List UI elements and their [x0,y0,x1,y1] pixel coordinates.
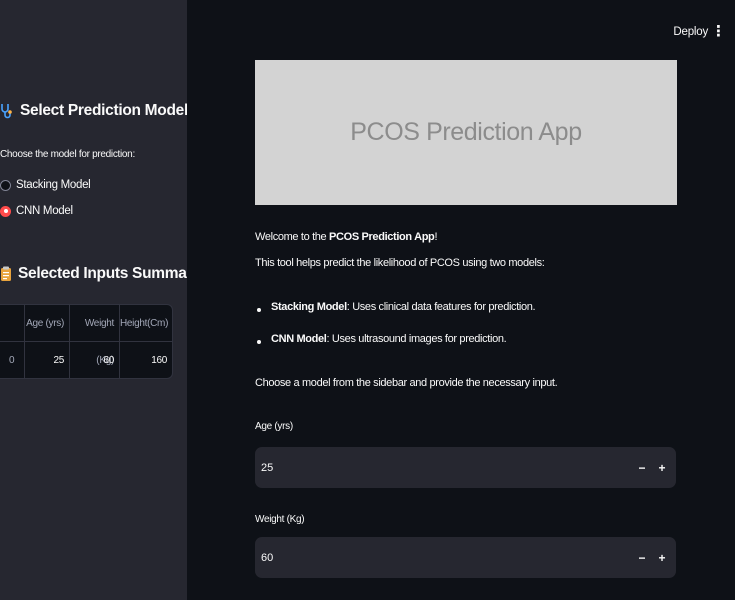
radio-checked-icon[interactable] [0,205,11,217]
increment-button[interactable]: + [652,551,672,565]
age-input[interactable] [255,447,632,488]
radio-unchecked-icon[interactable] [0,179,11,191]
radio-stacking-model[interactable]: Stacking Model [0,179,91,191]
table-header-cell[interactable]: Height(Cm) [120,305,172,342]
bullet-text: : Uses clinical data features for predic… [346,301,536,313]
bullet-text: : Uses ultrasound images for prediction. [326,333,507,345]
welcome-suffix: ! [434,231,438,243]
bullet-icon [257,340,261,344]
increment-button[interactable]: + [652,461,672,475]
radio-label: Stacking Model [16,179,91,191]
radio-cnn-model[interactable]: CNN Model [0,205,73,217]
bullet-bold: Stacking Model [271,301,347,313]
instruction-text: Choose a model from the sidebar and prov… [255,377,558,389]
weight-label: Weight (Kg) [255,514,305,525]
stethoscope-icon [0,103,14,119]
summary-heading: Selected Inputs Summary [0,265,187,283]
bullet-cnn: CNN Model: Uses ultrasound images for pr… [271,333,507,345]
table-header-cell[interactable]: Weight (Kg) [70,305,120,366]
welcome-text: Welcome to the PCOS Prediction App! [255,231,437,243]
radio-label: CNN Model [16,205,73,217]
table-row: 0 25 60 160 [0,342,172,379]
banner-title: PCOS Prediction App [350,118,582,146]
table-cell: 0 [0,342,25,379]
main-content: Deploy ⋮ PCOS Prediction App Welcome to … [187,0,735,600]
bullet-stacking: Stacking Model: Uses clinical data featu… [271,301,536,313]
summary-heading-text: Selected Inputs Summary [18,265,187,282]
model-caption: Choose the model for prediction: [0,149,135,160]
model-heading: Select Prediction Model [0,102,187,120]
table-header-row: Age (yrs) Weight (Kg) Height(Cm) [0,305,172,366]
deploy-button[interactable]: Deploy [673,26,708,38]
decrement-button[interactable]: − [632,461,652,475]
table-cell[interactable]: 160 [120,342,172,379]
table-cell[interactable]: 60 [70,342,120,379]
table-cell[interactable]: 25 [25,342,70,379]
model-heading-text: Select Prediction Model [20,102,187,119]
age-number-input: − + [255,447,676,488]
table-header-cell [0,305,25,342]
main-menu-icon[interactable]: ⋮ [711,24,726,39]
bullet-bold: CNN Model [271,333,327,345]
weight-number-input: − + [255,537,676,578]
app-banner: PCOS Prediction App [255,60,677,205]
decrement-button[interactable]: − [632,551,652,565]
summary-table[interactable]: Age (yrs) Weight (Kg) Height(Cm) 0 25 60… [0,304,173,379]
welcome-bold: PCOS Prediction App [329,231,435,243]
welcome-prefix: Welcome to the [255,231,330,243]
weight-input[interactable] [255,537,632,578]
bullet-icon [257,308,261,312]
age-label: Age (yrs) [255,421,293,432]
clipboard-icon [0,266,12,282]
intro-text: This tool helps predict the likelihood o… [255,257,545,269]
sidebar: Select Prediction Model Choose the model… [0,0,187,600]
table-header-cell[interactable]: Age (yrs) [25,305,70,342]
